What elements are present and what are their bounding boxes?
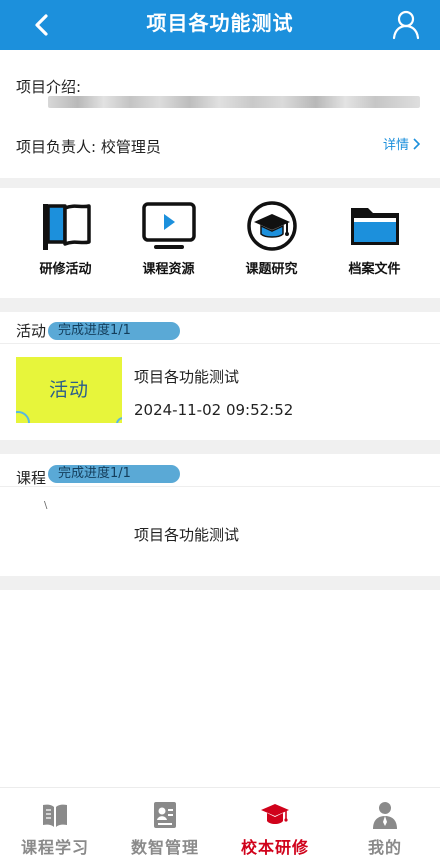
section-title: 课程 (16, 469, 47, 487)
course-thumbnail-placeholder: \ (44, 500, 48, 511)
section-gap (0, 298, 440, 312)
project-intro-text-blurred (48, 96, 420, 108)
feature-research-activity[interactable]: 研修活动 (21, 188, 111, 298)
activity-thumbnail: 活动 (16, 357, 122, 423)
tab-school-research[interactable]: 校本研修 (220, 788, 330, 865)
graduation-cap-icon (246, 201, 297, 251)
id-card-icon (154, 802, 176, 828)
section-gap (0, 178, 440, 188)
feature-grid: 研修活动 课程资源 课题研究 档案文件 (0, 188, 440, 298)
decorative-circle (116, 417, 122, 423)
folder-icon (350, 208, 399, 245)
decorative-circle (16, 411, 30, 423)
graduation-cap-icon (261, 804, 289, 824)
feature-label: 研修活动 (39, 262, 92, 277)
activity-section-header: 活动 完成进度1/1 (16, 320, 181, 341)
video-player-icon (141, 202, 196, 249)
course-name: 项目各功能测试 (134, 526, 240, 544)
activity-name: 项目各功能测试 (134, 368, 240, 386)
tab-data-management[interactable]: 数智管理 (110, 788, 220, 865)
divider (0, 486, 440, 487)
activity-time: 2024-11-02 09:52:52 (134, 401, 294, 419)
divider (0, 343, 440, 344)
details-link[interactable]: 详情 (383, 134, 420, 153)
tab-label: 我的 (367, 838, 402, 857)
feature-label: 课程资源 (142, 262, 195, 277)
bottom-tab-bar: 课程学习 数智管理 校本研修 我的 (0, 787, 440, 865)
details-label: 详情 (382, 138, 409, 153)
feature-topic-research[interactable]: 课题研究 (227, 188, 317, 298)
feature-label: 课题研究 (245, 262, 298, 277)
book-icon (43, 804, 67, 827)
user-icon (392, 10, 420, 40)
project-leader: 项目负责人: 校管理员 (16, 138, 161, 156)
project-intro-label: 项目介绍: (16, 78, 82, 96)
flag-icon (42, 204, 91, 250)
tab-mine[interactable]: 我的 (330, 788, 440, 865)
person-icon (373, 802, 397, 829)
thumbnail-text: 活动 (48, 379, 89, 401)
progress-badge: 完成进度1/1 (48, 321, 181, 340)
project-intro-card: 项目介绍: 项目负责人: 校管理员 详情 (0, 50, 440, 178)
tab-label: 校本研修 (240, 838, 309, 857)
feature-label: 档案文件 (348, 262, 401, 277)
top-app-bar: 项目各功能测试 (0, 0, 440, 50)
section-title: 活动 (16, 322, 47, 340)
user-profile-button[interactable] (390, 8, 422, 40)
course-section-header: 课程 完成进度1/1 (16, 463, 181, 487)
tab-label: 课程学习 (20, 838, 89, 857)
feature-course-resources[interactable]: 课程资源 (124, 188, 214, 298)
tab-course-study[interactable]: 课程学习 (0, 788, 110, 865)
feature-archive-files[interactable]: 档案文件 (330, 188, 420, 298)
tab-label: 数智管理 (130, 838, 199, 857)
section-gap (0, 440, 440, 454)
chevron-right-icon (413, 137, 420, 150)
progress-badge: 完成进度1/1 (48, 464, 181, 483)
page-title: 项目各功能测试 (146, 11, 294, 35)
section-gap (0, 576, 440, 590)
